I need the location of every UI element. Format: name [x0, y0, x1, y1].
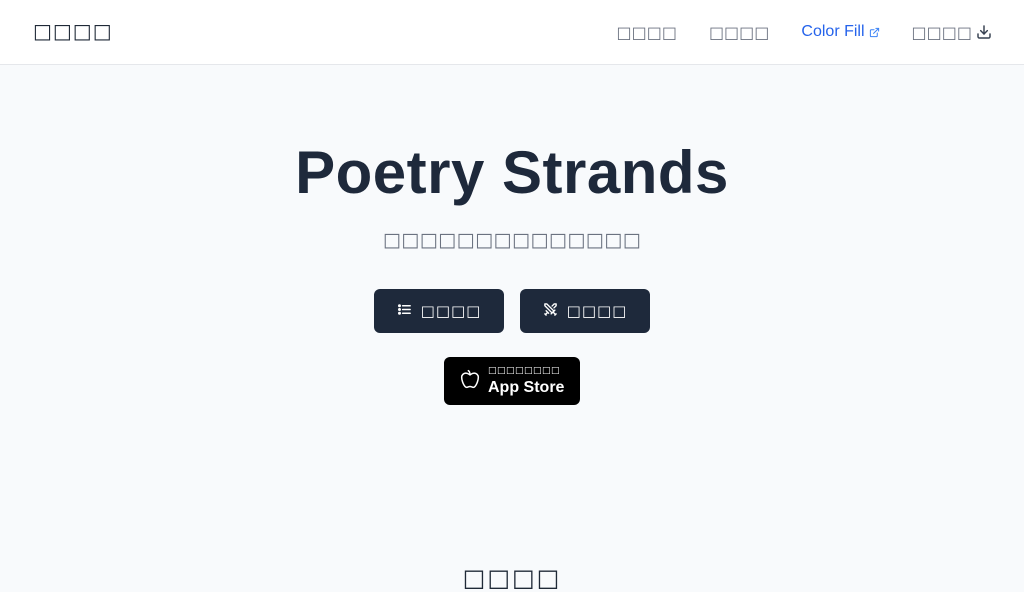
top-navigation-bar: □□□□ □□□□ □□□□ Color Fill □□□□: [0, 0, 1024, 65]
nav-item-label: □□□□: [708, 22, 770, 42]
site-brand[interactable]: □□□□: [33, 19, 113, 43]
nav-item-label: □□□□: [616, 22, 677, 42]
rules-button-label: □□□□: [420, 302, 482, 320]
play-button-label: □□□□: [566, 302, 628, 320]
nav-item-color-fill[interactable]: Color Fill: [801, 23, 879, 41]
page-title: Poetry Strands: [295, 139, 729, 206]
download-icon: [976, 24, 992, 40]
app-store-text: □□□□□□□□ App Store: [488, 365, 565, 396]
apple-icon: [460, 369, 480, 394]
nav-item-2[interactable]: □□□□: [709, 23, 769, 42]
app-store-small-label: □□□□□□□□: [488, 365, 561, 376]
external-link-icon: [869, 27, 880, 38]
section-heading: □□□□: [462, 564, 562, 592]
swords-icon: [543, 302, 558, 321]
nav-item-1[interactable]: □□□□: [616, 23, 676, 42]
nav-item-label: Color Fill: [801, 23, 865, 40]
list-icon: [397, 302, 412, 321]
nav-item-download[interactable]: □□□□: [912, 23, 992, 42]
app-store-badge[interactable]: □□□□□□□□ App Store: [444, 357, 580, 405]
main-nav: □□□□ □□□□ Color Fill □□□□: [616, 0, 992, 64]
play-button[interactable]: □□□□: [520, 289, 650, 333]
nav-item-label: □□□□: [911, 22, 972, 42]
page-subtitle: □□□□□□□□□□□□□□: [382, 229, 642, 251]
app-store-label: App Store: [488, 378, 565, 396]
rules-button[interactable]: □□□□: [374, 289, 504, 333]
